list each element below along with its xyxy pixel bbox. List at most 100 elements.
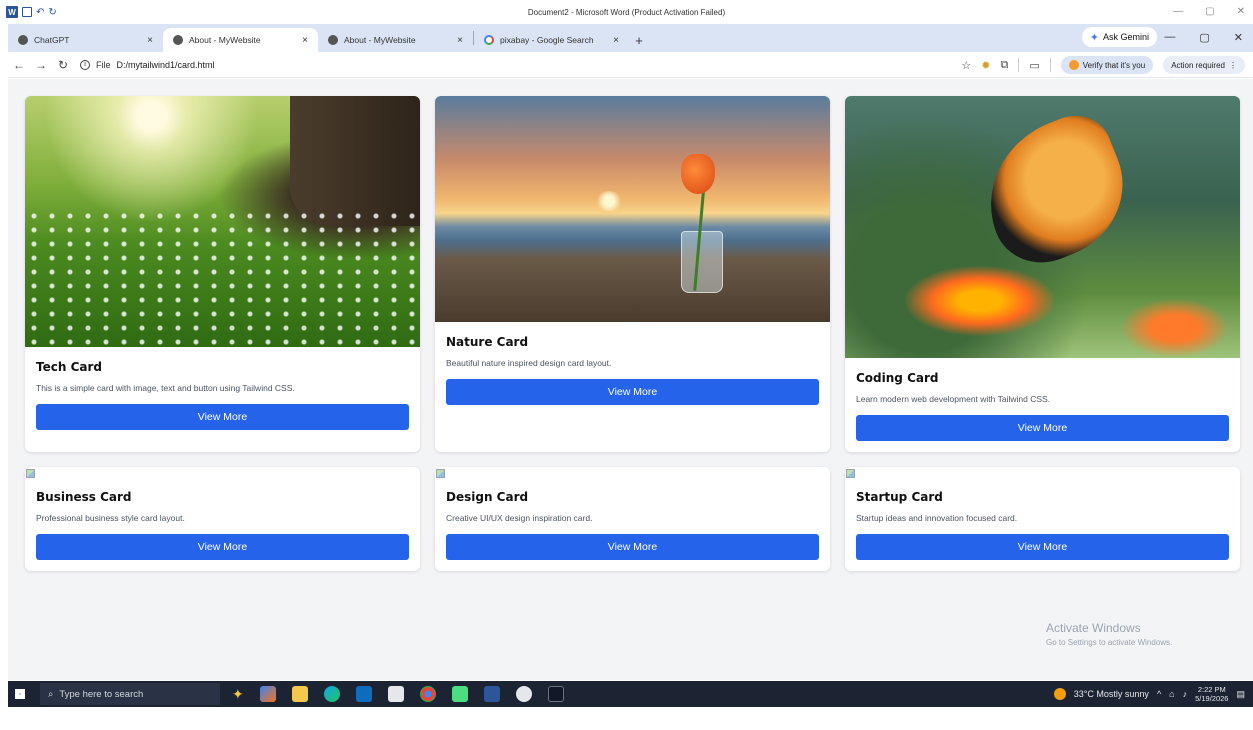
search-placeholder: Type here to search	[59, 688, 144, 700]
globe-icon	[173, 35, 183, 45]
google-icon	[484, 35, 494, 45]
back-icon[interactable]: ←	[8, 58, 30, 72]
search-icon: ⌕	[48, 688, 54, 700]
orange-flower	[905, 266, 1055, 336]
word-title-strip: W ↶ ↻ Document2 - Microsoft Word (Produc…	[0, 0, 1253, 24]
card-image-sunset-tulip	[435, 96, 830, 322]
card-title: Business Card	[36, 490, 132, 504]
new-tab-button[interactable]: +	[629, 28, 649, 52]
bookmark-star-icon[interactable]: ☆	[961, 59, 971, 72]
tab-label: About - MyWebsite	[344, 35, 416, 45]
action-required-button[interactable]: Action required ⋮	[1163, 56, 1245, 74]
reading-mode-icon[interactable]: ▭	[1029, 59, 1039, 72]
card-business: Business Card Professional business styl…	[25, 467, 420, 571]
card-description: Professional business style card layout.	[36, 513, 185, 523]
close-icon[interactable]: ✕	[1237, 6, 1245, 17]
tab-pixabay-google-search[interactable]: pixabay - Google Search ×	[474, 28, 629, 52]
card-description: Creative UI/UX design inspiration card.	[446, 513, 593, 523]
tab-close-icon[interactable]: ×	[613, 35, 619, 46]
system-tray: 33°C Mostly sunny ^ ⌂ ♪ 2:22 PM 5/19/202…	[1053, 685, 1245, 703]
terminal-icon[interactable]	[547, 686, 564, 702]
view-more-button[interactable]: View More	[446, 379, 819, 405]
clock[interactable]: 2:22 PM 5/19/2026	[1195, 685, 1228, 703]
paint-icon[interactable]	[515, 686, 532, 702]
forward-icon[interactable]: →	[30, 58, 52, 72]
minimize-icon[interactable]: —	[1173, 6, 1183, 17]
tab-close-icon[interactable]: ×	[457, 35, 463, 46]
network-icon[interactable]: ⌂	[1169, 689, 1174, 699]
verify-identity-button[interactable]: Verify that it's you	[1060, 56, 1154, 74]
view-more-button[interactable]: View More	[856, 534, 1229, 560]
minimize-icon[interactable]: —	[1164, 31, 1175, 44]
flower-field	[25, 208, 420, 347]
view-more-button[interactable]: View More	[36, 404, 409, 430]
broken-image-icon	[846, 469, 855, 478]
card-description: Startup ideas and innovation focused car…	[856, 513, 1018, 523]
notification-icon[interactable]: ▤	[1236, 689, 1245, 700]
info-icon[interactable]: i	[80, 59, 90, 70]
word-window-controls: — ▢ ✕	[1173, 6, 1245, 17]
close-icon[interactable]: ✕	[1234, 31, 1243, 44]
tab-close-icon[interactable]: ×	[302, 35, 308, 46]
volume-icon[interactable]: ♪	[1183, 689, 1188, 699]
tab-label: ChatGPT	[34, 35, 70, 45]
address-bar[interactable]: i File D:/mytailwind1/card.html	[80, 55, 215, 75]
extension-icon[interactable]: ✹	[981, 59, 990, 72]
tab-about-mywebsite-active[interactable]: About - MyWebsite ×	[163, 28, 318, 52]
chrome-icon[interactable]	[419, 686, 436, 702]
card-title: Nature Card	[446, 335, 529, 349]
view-more-button[interactable]: View More	[36, 534, 409, 560]
copilot-sparkle-icon[interactable]: ✦	[232, 686, 244, 703]
tree-trunk	[290, 96, 420, 226]
clock-date: 5/19/2026	[1195, 694, 1229, 703]
ask-gemini-label: Ask Gemini	[1102, 32, 1149, 42]
action-required-label: Action required	[1171, 60, 1225, 70]
browser-tab-bar: ChatGPT × About - MyWebsite × About - My…	[8, 24, 1253, 52]
toolbar-actions: ☆ ✹ ⧉ ▭ Verify that it's you Action requ…	[961, 56, 1245, 74]
tab-close-icon[interactable]: ×	[147, 35, 153, 46]
weather-text[interactable]: 33°C Mostly sunny	[1074, 689, 1149, 699]
start-button[interactable]	[8, 689, 32, 699]
card-tech: Tech Card This is a simple card with ima…	[25, 96, 420, 452]
view-more-button[interactable]: View More	[446, 534, 819, 560]
divider	[1049, 58, 1051, 72]
tab-chatgpt[interactable]: ChatGPT ×	[8, 28, 163, 52]
chatgpt-icon	[18, 35, 28, 45]
card-description: This is a simple card with image, text a…	[36, 383, 295, 393]
maximize-icon[interactable]: ▢	[1199, 31, 1209, 44]
puzzle-icon[interactable]: ⧉	[1000, 59, 1008, 72]
calendar-icon[interactable]	[387, 686, 404, 702]
ask-gemini-button[interactable]: ✦ Ask Gemini	[1081, 27, 1157, 47]
notepad-icon[interactable]	[451, 686, 468, 702]
card-startup: Startup Card Startup ideas and innovatio…	[845, 467, 1240, 571]
edge-icon[interactable]	[323, 686, 340, 702]
word-window-title: Document2 - Microsoft Word (Product Acti…	[527, 8, 726, 17]
card-description: Beautiful nature inspired design card la…	[446, 358, 612, 368]
globe-icon	[328, 35, 338, 45]
word-app-icon[interactable]	[483, 686, 500, 702]
watermark-title: Activate Windows	[1046, 621, 1141, 635]
card-nature: Nature Card Beautiful nature inspired de…	[435, 96, 830, 452]
chevron-up-icon[interactable]: ^	[1157, 689, 1161, 699]
taskbar-search-box[interactable]: ⌕ Type here to search	[40, 683, 220, 705]
butterfly-wing	[965, 104, 1145, 278]
card-title: Coding Card	[856, 371, 939, 385]
card-coding: Coding Card Learn modern web development…	[845, 96, 1240, 452]
reload-icon[interactable]: ↻	[52, 58, 74, 72]
card-image-forest	[25, 96, 420, 347]
broken-image-icon	[26, 469, 35, 478]
file-scheme-label: File	[96, 59, 111, 70]
copilot-app-icon[interactable]	[259, 686, 276, 702]
file-explorer-icon[interactable]	[291, 686, 308, 702]
restore-icon[interactable]: ▢	[1205, 6, 1214, 17]
tab-about-mywebsite[interactable]: About - MyWebsite ×	[318, 28, 473, 52]
tab-label: pixabay - Google Search	[500, 35, 594, 45]
outlook-icon[interactable]	[355, 686, 372, 702]
view-more-button[interactable]: View More	[856, 415, 1229, 441]
activate-windows-watermark: Activate Windows Go to Settings to activ…	[1046, 621, 1172, 647]
tulip-flower	[681, 154, 715, 194]
more-menu-icon[interactable]: ⋮	[1229, 61, 1237, 70]
profile-avatar-icon	[1068, 60, 1079, 70]
divider	[1018, 58, 1020, 72]
url-text[interactable]: D:/mytailwind1/card.html	[117, 60, 215, 70]
